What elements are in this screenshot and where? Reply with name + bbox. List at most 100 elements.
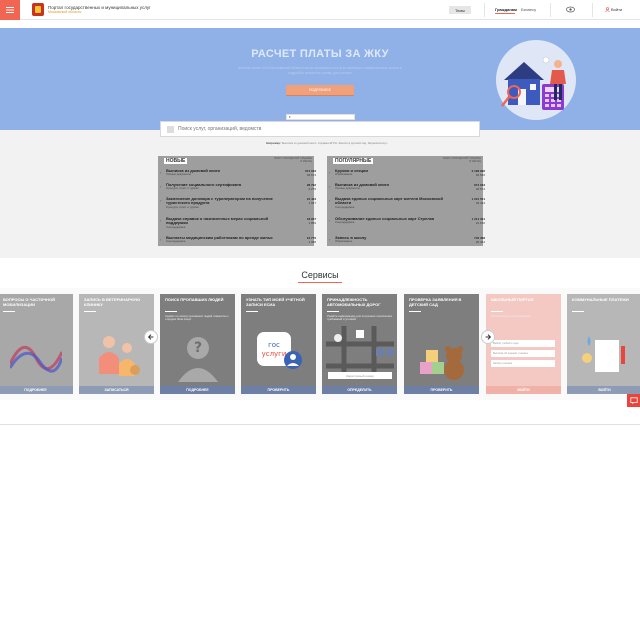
item-monthly: 1 859 xyxy=(308,221,316,225)
card-title-line xyxy=(327,311,339,312)
banner-more-button[interactable]: ПОДРОБНЕЕ xyxy=(286,85,354,95)
list-item[interactable]: › Получение социального сертификата Куль… xyxy=(160,182,316,197)
top-header: Портал государственных и муниципальных у… xyxy=(0,0,640,20)
accessibility-eye-icon[interactable] xyxy=(566,6,575,13)
chevron-right-icon: › xyxy=(160,237,162,242)
list-item[interactable]: › Выписка из домовой книги Личные докуме… xyxy=(160,168,316,183)
carousel-prev-button[interactable] xyxy=(144,330,158,344)
carousel-next-button[interactable] xyxy=(481,330,495,344)
card-title-line xyxy=(165,311,177,312)
chevron-right-icon: › xyxy=(329,218,331,223)
card-title-line xyxy=(491,311,503,312)
themes-dropdown[interactable]: Темы xyxy=(449,6,471,14)
school-field[interactable]: Выбор учебного года xyxy=(491,340,555,347)
coat-of-arms-logo[interactable] xyxy=(32,3,44,16)
item-category: Личные документы xyxy=(335,186,360,191)
nav-citizens[interactable]: Гражданам xyxy=(495,7,517,12)
card-title-line xyxy=(3,311,15,312)
item-category: Личные документы xyxy=(166,172,191,177)
item-category: Образование xyxy=(335,239,353,244)
search-examples-items[interactable]: Выписка из домовой книги, Справка ЕГРН, … xyxy=(282,141,389,145)
card-button[interactable]: ВОЙТИ xyxy=(486,386,561,394)
card-button[interactable]: ПРОВЕРИТЬ xyxy=(404,386,479,394)
school-field[interactable]: Записи ученика xyxy=(491,360,555,367)
header-divider xyxy=(592,3,593,17)
chat-icon xyxy=(629,396,638,404)
card-title: Проверка заявления в детский сад xyxy=(409,297,462,307)
list-item[interactable]: › Выписка из домовой книги Личные докуме… xyxy=(329,182,485,197)
list-item[interactable]: › Обслуживание единых социальных карт Ст… xyxy=(329,216,485,231)
chevron-right-icon: › xyxy=(160,184,162,189)
card-description: Сервис по поиску пропавших людей совмест… xyxy=(165,314,229,322)
item-category: Соцподдержка xyxy=(335,220,355,225)
item-monthly: 34 674 xyxy=(306,173,316,177)
cadastral-input[interactable]: Кадастровый номер xyxy=(328,372,392,379)
item-monthly: 21 150 xyxy=(475,221,485,225)
feedback-button[interactable] xyxy=(627,394,640,407)
services-heading-underline xyxy=(298,282,342,283)
school-field[interactable]: Выписка об оценках ученика xyxy=(491,350,555,357)
item-category: Образование xyxy=(335,172,353,177)
abstract-wave-illustration xyxy=(10,346,62,373)
login-button[interactable]: Войти xyxy=(605,7,622,12)
list-item[interactable]: › Заключение договора с туроператором на… xyxy=(160,196,316,215)
site-title-block: Портал государственных и муниципальных у… xyxy=(48,5,168,15)
service-card-kindergarten[interactable]: Проверка заявления в детский сад ПРОВЕРИ… xyxy=(404,294,479,394)
service-card-esia[interactable]: Узнать тип моей учетной записи ЕСИА гос … xyxy=(241,294,316,394)
card-button[interactable]: ПОДРОБНЕЕ xyxy=(160,386,235,394)
gosuslugi-logo-icon: гос услуги xyxy=(257,332,302,369)
hamburger-icon xyxy=(6,6,14,13)
service-card-mobilization[interactable]: Вопросы о частичной мобилизации ПОДРОБНЕ… xyxy=(0,294,73,394)
new-stat-label: ВСЕГО ОБРАЩЕНИЙ СРЕДНЕЕ В МЕСЯЦ xyxy=(274,157,312,163)
search-examples: Например: Выписка из домовой книги, Спра… xyxy=(266,141,389,145)
service-card-roads[interactable]: Принадлежность автомобильных дорог Узнай… xyxy=(322,294,397,394)
card-button[interactable]: ОПРЕДЕЛИТЬ xyxy=(322,386,397,394)
item-monthly: 2 276 xyxy=(308,187,316,191)
chevron-right-icon: › xyxy=(329,184,331,189)
search-box xyxy=(160,121,480,137)
login-label: Войти xyxy=(611,7,623,12)
arrow-right-icon xyxy=(485,334,492,340)
card-button[interactable]: ВОЙТИ xyxy=(567,386,640,394)
popular-stat-label: ВСЕГО ОБРАЩЕНИЙ СРЕДНЕЕ В МЕСЯЦ xyxy=(443,157,481,163)
item-monthly: 34 674 xyxy=(475,187,485,191)
item-monthly: 1 398 xyxy=(308,240,316,244)
item-monthly: 1 947 xyxy=(308,201,316,205)
chevron-right-icon: › xyxy=(160,170,162,175)
item-category: Соцподдержка xyxy=(166,224,186,229)
service-card-vet[interactable]: Запись в ветеринарную клинику ЗАПИСАТЬСЯ xyxy=(79,294,154,394)
utilities-illustration xyxy=(582,336,625,372)
card-title: Узнать тип моей учетной записи ЕСИА xyxy=(246,297,305,307)
card-title: Коммунальные платежи xyxy=(572,297,629,302)
search-examples-label: Например: xyxy=(266,141,281,145)
item-monthly: 20 464 xyxy=(475,240,485,244)
service-card-missing-people[interactable]: Поиск пропавших людей Сервис по поиску п… xyxy=(160,294,235,394)
card-button[interactable]: ПРОВЕРИТЬ xyxy=(241,386,316,394)
hamburger-menu-button[interactable] xyxy=(0,0,20,20)
region-select[interactable]: ▾ xyxy=(286,114,355,120)
list-item[interactable]: › Запись в школу Образование 746 368 20 … xyxy=(329,235,485,250)
housing-illustration xyxy=(496,40,576,120)
chevron-right-icon: › xyxy=(160,218,162,223)
services-heading: Сервисы xyxy=(301,270,339,280)
svg-text:услуги: услуги xyxy=(262,350,287,358)
svg-text:гос: гос xyxy=(268,341,280,349)
chevron-right-icon: › xyxy=(160,198,162,203)
card-title: Школьный портал xyxy=(491,297,534,302)
item-monthly: 64 526 xyxy=(475,173,485,177)
search-input[interactable] xyxy=(178,126,448,132)
card-button[interactable]: ЗАПИСАТЬСЯ xyxy=(79,386,154,394)
service-card-school-portal[interactable]: Школьный портал Регистрация и поиск днев… xyxy=(486,294,561,394)
service-card-utilities[interactable]: Коммунальные платежи ВОЙТИ xyxy=(567,294,640,394)
list-item[interactable]: › Выплаты медицинским работникам по арен… xyxy=(160,235,316,250)
nav-business[interactable]: Бизнесу xyxy=(521,7,536,12)
site-subtitle: Московской области xyxy=(48,9,82,14)
list-item[interactable]: › Выдача справок о назначенных мерах соц… xyxy=(160,216,316,235)
list-item[interactable]: › Кружки и секции Образование 2 198 996 … xyxy=(329,168,485,183)
list-item[interactable]: › Выдача единых социальных карт жителя М… xyxy=(329,196,485,211)
nav-active-underline xyxy=(495,13,515,14)
search-icon xyxy=(167,125,174,133)
card-title: Вопросы о частичной мобилизации xyxy=(3,297,56,307)
svg-text:?: ? xyxy=(194,340,202,356)
card-button[interactable]: ПОДРОБНЕЕ xyxy=(0,386,73,394)
